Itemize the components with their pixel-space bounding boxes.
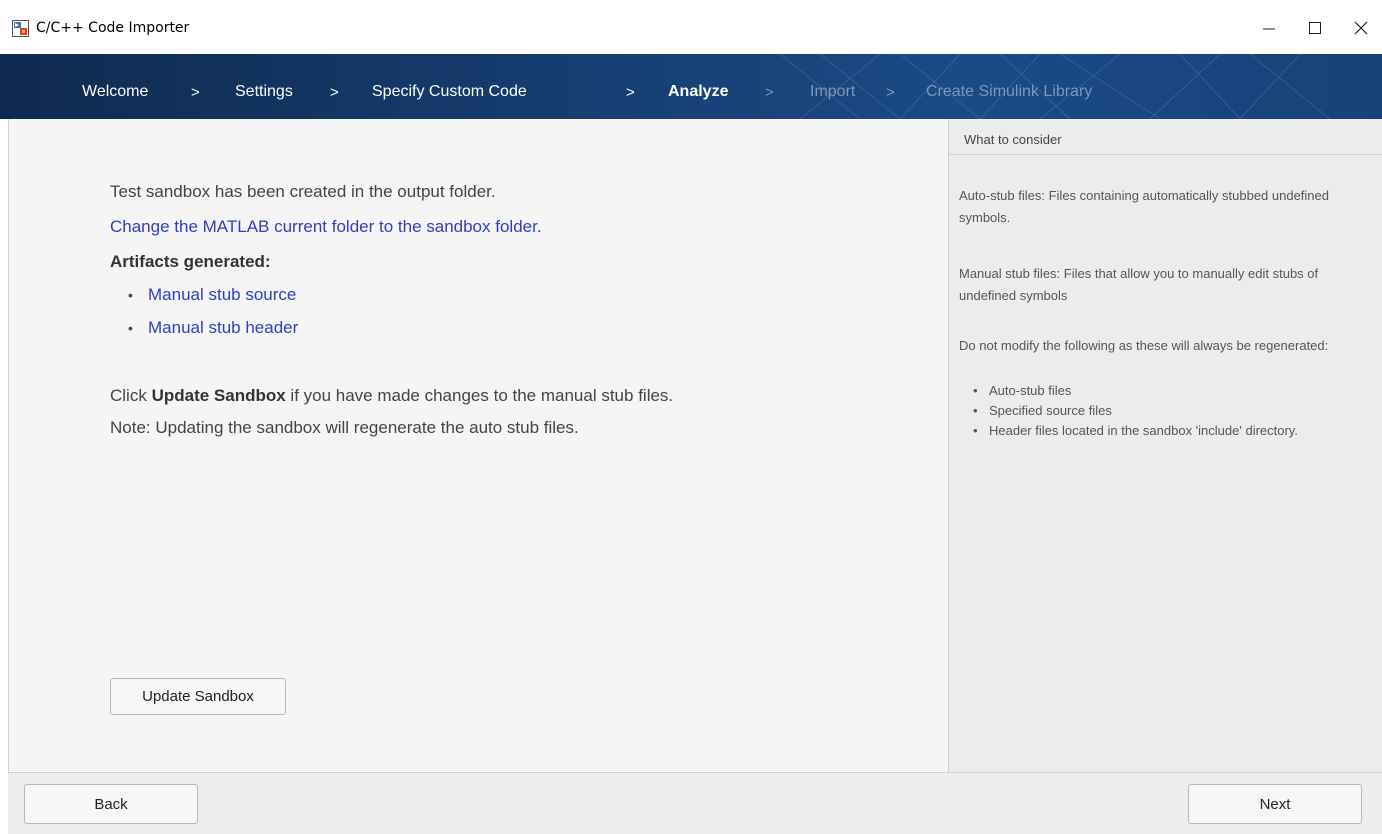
bullet-dot: • xyxy=(128,320,133,336)
do-not-modify-text: Do not modify the following as these wil… xyxy=(959,338,1329,353)
step-welcome[interactable]: Welcome xyxy=(82,83,148,101)
manual-stub-header-link[interactable]: Manual stub header xyxy=(148,318,298,337)
step-specify-custom-code[interactable]: Specify Custom Code xyxy=(372,83,527,101)
step-import: Import xyxy=(810,83,856,100)
update-instruction: Click Update Sandbox if you have made ch… xyxy=(110,386,673,406)
step-separator: > xyxy=(626,84,635,101)
step-separator: > xyxy=(330,84,339,101)
title-bar: C/C++ Code Importer xyxy=(0,0,1382,54)
what-to-consider-panel: What to consider Auto-stub files: Files … xyxy=(948,119,1382,772)
sandbox-created-text: Test sandbox has been created in the out… xyxy=(110,182,496,201)
step-analyze[interactable]: Analyze xyxy=(668,83,728,101)
regenerated-files-list: Auto-stub files Specified source files H… xyxy=(973,381,1353,441)
step-navigation: Welcome > Settings > Specify Custom Code… xyxy=(0,54,1382,119)
side-panel-header: What to consider xyxy=(949,119,1382,155)
artifact-list-item: • Manual stub source xyxy=(128,285,296,305)
artifacts-heading: Artifacts generated: xyxy=(110,252,271,271)
app-icon xyxy=(12,20,29,37)
step-separator: > xyxy=(191,84,200,101)
close-button[interactable] xyxy=(1338,12,1382,44)
footer-bar: Back Next xyxy=(8,772,1382,834)
window-title: C/C++ Code Importer xyxy=(36,20,190,36)
step-create-simulink-library: Create Simulink Library xyxy=(926,83,1093,100)
auto-stub-description: Auto-stub files: Files containing automa… xyxy=(959,188,1329,225)
manual-stub-description: Manual stub files: Files that allow you … xyxy=(959,266,1319,303)
step-separator: > xyxy=(765,84,774,101)
maximize-button[interactable] xyxy=(1292,12,1338,44)
next-button[interactable]: Next xyxy=(1188,784,1362,824)
artifact-list-item: • Manual stub header xyxy=(128,318,298,338)
minimize-button[interactable] xyxy=(1246,12,1292,44)
update-sandbox-button[interactable]: Update Sandbox xyxy=(110,678,286,715)
update-instruction-post: if you have made changes to the manual s… xyxy=(285,386,674,405)
minimize-icon xyxy=(1263,28,1275,30)
manual-stub-source-link[interactable]: Manual stub source xyxy=(148,285,296,304)
maximize-icon xyxy=(1309,22,1321,34)
step-settings[interactable]: Settings xyxy=(235,83,293,101)
bullet-dot: • xyxy=(128,287,133,303)
update-instruction-bold: Update Sandbox xyxy=(151,386,286,405)
list-item: Specified source files xyxy=(973,401,1353,421)
change-folder-link[interactable]: Change the MATLAB current folder to the … xyxy=(110,217,542,237)
update-note: Note: Updating the sandbox will regenera… xyxy=(110,418,579,437)
update-instruction-pre: Click xyxy=(110,386,152,405)
back-button[interactable]: Back xyxy=(24,784,198,824)
list-item: Auto-stub files xyxy=(973,381,1353,401)
main-panel: Test sandbox has been created in the out… xyxy=(8,119,948,772)
step-separator: > xyxy=(886,84,895,101)
close-icon xyxy=(1354,21,1368,35)
list-item: Header files located in the sandbox 'inc… xyxy=(973,421,1353,441)
